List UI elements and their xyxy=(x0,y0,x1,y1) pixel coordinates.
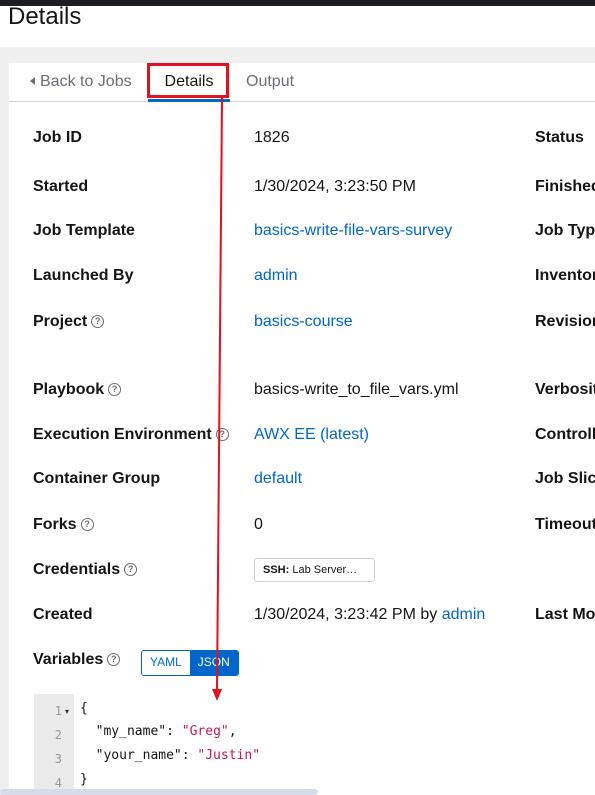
annotation-arrow xyxy=(212,97,223,701)
annotation-arrow-line xyxy=(216,97,223,691)
annotation-arrow-head xyxy=(212,689,222,701)
